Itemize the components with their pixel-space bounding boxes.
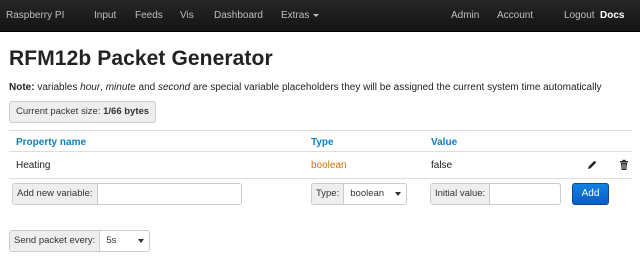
table-row-border <box>9 178 632 179</box>
note-minute: minute <box>105 82 136 93</box>
send-interval-value: 5s <box>106 235 117 246</box>
trash-icon[interactable] <box>618 158 630 172</box>
send-interval-label: Send packet every: <box>10 231 101 251</box>
note-part-3: and <box>135 82 158 93</box>
note-hour: hour <box>80 82 101 93</box>
row-property-name: Heating <box>16 160 51 171</box>
column-header-value: Value <box>431 137 458 148</box>
column-header-property-name: Property name <box>16 137 87 148</box>
note-second: second <box>157 82 191 93</box>
send-interval-group: Send packet every: 5s <box>9 230 150 252</box>
pencil-icon[interactable] <box>586 158 598 172</box>
note-part-4: are special variable placeholders they w… <box>190 82 602 93</box>
row-type: boolean <box>311 160 347 171</box>
chevron-down-icon <box>395 192 401 196</box>
packet-size-label: Current packet size: <box>16 106 104 117</box>
add-variable-input[interactable] <box>98 184 241 204</box>
table-header-border <box>9 151 632 152</box>
initial-value-input[interactable] <box>490 184 560 204</box>
type-selected-value: boolean <box>350 188 385 199</box>
note-part-1: variables <box>34 82 81 93</box>
nav-dashboard[interactable]: Dashboard <box>214 0 263 32</box>
note-text: Note: variables hour, minute and second … <box>9 82 602 93</box>
row-value: false <box>431 160 453 171</box>
nav-account[interactable]: Account <box>497 0 533 32</box>
initial-value-group: Initial value: <box>430 183 561 205</box>
send-interval-select[interactable]: 5s <box>100 231 149 251</box>
nav-vis[interactable]: Vis <box>180 0 194 32</box>
type-select[interactable]: boolean <box>344 184 406 204</box>
type-label: Type: <box>312 184 345 204</box>
add-button[interactable]: Add <box>572 183 609 205</box>
chevron-down-icon <box>138 239 144 243</box>
initial-value-label: Initial value: <box>431 184 491 204</box>
page-title: RFM12b Packet Generator <box>9 47 273 70</box>
nav-input[interactable]: Input <box>94 0 116 32</box>
add-variable-label: Add new variable: <box>13 184 98 204</box>
type-select-group: Type: boolean <box>311 183 407 205</box>
packet-size-badge: Current packet size: 1/66 bytes <box>9 101 157 123</box>
navbar: Raspberry PI Input Feeds Vis Dashboard E… <box>0 0 640 32</box>
chevron-down-icon <box>313 13 320 17</box>
nav-extras[interactable]: Extras <box>281 0 320 32</box>
nav-admin[interactable]: Admin <box>451 0 479 32</box>
nav-docs[interactable]: Docs <box>600 0 624 32</box>
nav-feeds[interactable]: Feeds <box>135 0 163 32</box>
packet-size-value: 1/66 bytes <box>103 106 150 117</box>
nav-extras-label: Extras <box>281 10 310 21</box>
nav-raspberry-pi[interactable]: Raspberry PI <box>6 0 64 32</box>
nav-logout[interactable]: Logout <box>564 0 595 32</box>
note-label: Note: <box>9 82 35 93</box>
column-header-type: Type <box>311 137 334 148</box>
table-top-border <box>9 130 632 131</box>
add-variable-group: Add new variable: <box>12 183 242 205</box>
